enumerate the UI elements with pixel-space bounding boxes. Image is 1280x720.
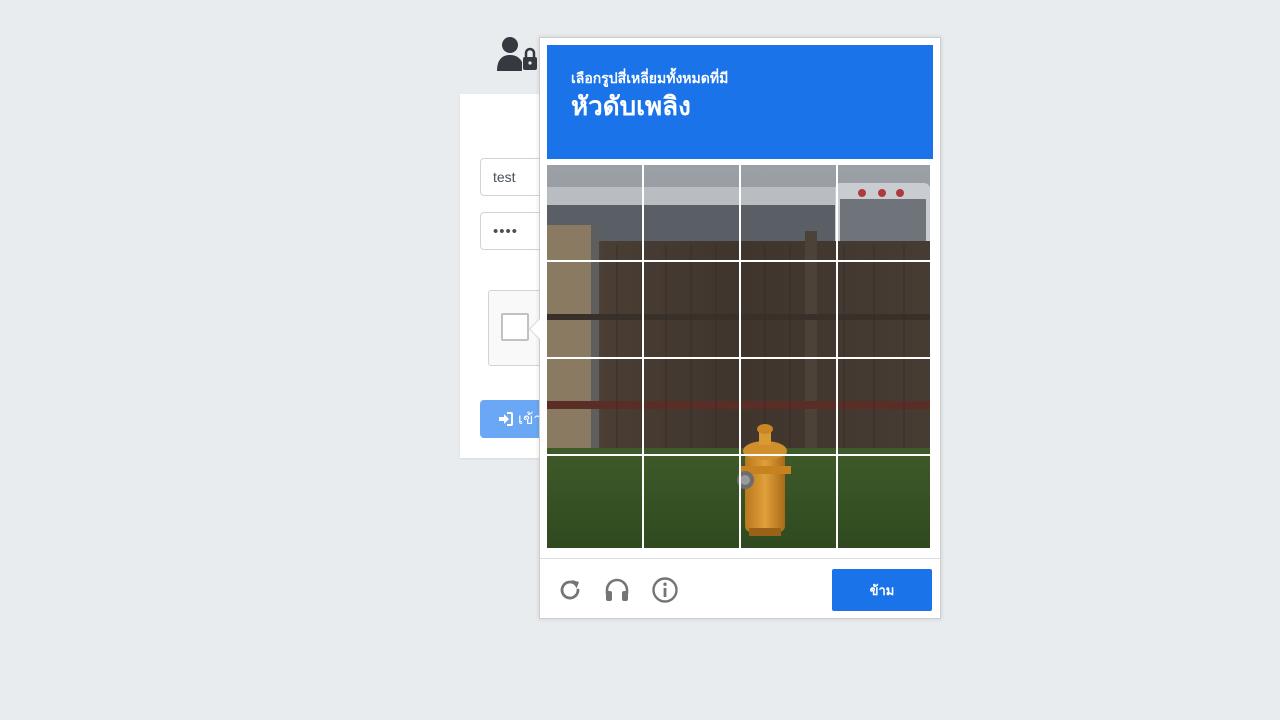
- captcha-tile[interactable]: [547, 165, 642, 260]
- captcha-tile[interactable]: [741, 359, 836, 454]
- skip-button[interactable]: ข้าม: [832, 569, 932, 611]
- popup-pointer: [529, 318, 540, 340]
- captcha-tile[interactable]: [547, 359, 642, 454]
- captcha-tile[interactable]: [644, 165, 739, 260]
- captcha-image-grid: [547, 165, 933, 551]
- captcha-tile-image: [547, 165, 642, 260]
- captcha-tile[interactable]: [741, 262, 836, 357]
- captcha-challenge-popup: เลือกรูปสี่เหลี่ยมทั้งหมดที่มี หัวดับเพล…: [529, 37, 941, 619]
- captcha-tile[interactable]: [838, 359, 933, 454]
- captcha-tile[interactable]: [547, 262, 642, 357]
- captcha-tile-image: [644, 359, 739, 454]
- captcha-tile-image: [644, 262, 739, 357]
- captcha-tile-image: [838, 262, 930, 357]
- headphones-icon[interactable]: [603, 576, 631, 604]
- captcha-tile-image: [741, 165, 836, 260]
- captcha-tile-image: [644, 456, 739, 548]
- captcha-tile[interactable]: [741, 456, 836, 551]
- captcha-tile[interactable]: [741, 165, 836, 260]
- captcha-tile[interactable]: [838, 262, 933, 357]
- captcha-tile[interactable]: [644, 456, 739, 551]
- captcha-tile[interactable]: [838, 456, 933, 551]
- info-icon[interactable]: [651, 576, 679, 604]
- captcha-tile-image: [741, 456, 836, 548]
- captcha-tile-image: [838, 456, 930, 548]
- captcha-instructions: เลือกรูปสี่เหลี่ยมทั้งหมดที่มี หัวดับเพล…: [547, 45, 933, 159]
- captcha-tile-image: [741, 262, 836, 357]
- captcha-tile[interactable]: [838, 165, 933, 260]
- captcha-tile-image: [547, 359, 642, 454]
- sign-in-icon: [499, 412, 513, 426]
- captcha-tile[interactable]: [547, 456, 642, 551]
- recaptcha-checkbox[interactable]: [501, 313, 529, 341]
- captcha-tile-image: [838, 359, 930, 454]
- captcha-tile-image: [644, 165, 739, 260]
- username-value: test: [493, 169, 516, 185]
- reload-icon[interactable]: [556, 576, 584, 604]
- skip-button-label: ข้าม: [869, 583, 895, 599]
- captcha-tile-image: [547, 456, 642, 548]
- password-value: ••••: [493, 222, 519, 240]
- captcha-tile[interactable]: [644, 262, 739, 357]
- captcha-footer: ข้าม: [540, 558, 940, 618]
- instruction-text: เลือกรูปสี่เหลี่ยมทั้งหมดที่มี: [571, 71, 729, 87]
- captcha-tile[interactable]: [644, 359, 739, 454]
- instruction-target-object: หัวดับเพลิง: [571, 92, 691, 122]
- captcha-tile-image: [838, 165, 930, 260]
- captcha-tile-image: [741, 359, 836, 454]
- captcha-tile-image: [547, 262, 642, 357]
- login-user-lock-icon: [496, 36, 540, 72]
